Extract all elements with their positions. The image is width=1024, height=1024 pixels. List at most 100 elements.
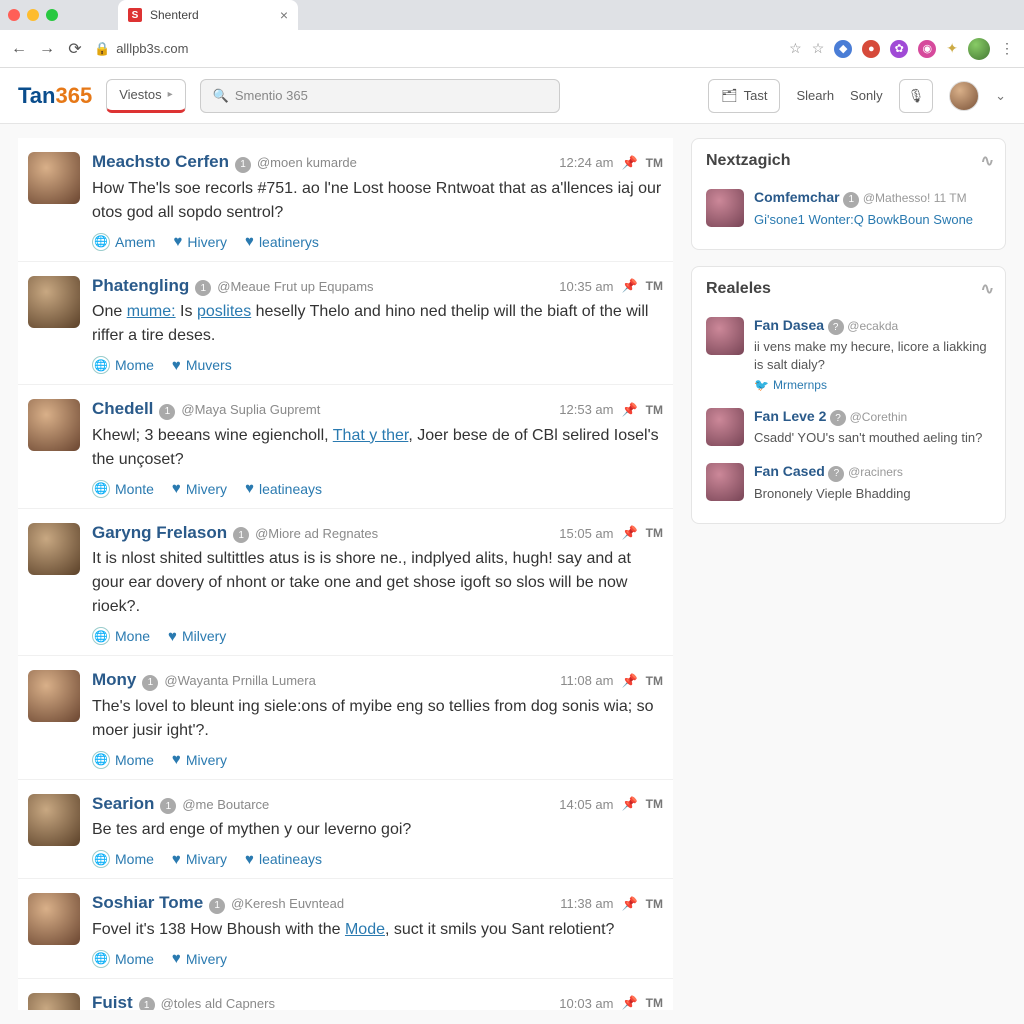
- search-input[interactable]: 🔍 Smentio 365: [200, 79, 560, 113]
- user-name[interactable]: Meachsto Cerfen: [92, 152, 229, 172]
- extension-icon[interactable]: ◉: [918, 40, 936, 58]
- heart-icon: ♥: [245, 480, 254, 497]
- extension-icon[interactable]: ●: [862, 40, 880, 58]
- forward-icon[interactable]: →: [38, 40, 56, 58]
- avatar[interactable]: [28, 399, 80, 451]
- avatar[interactable]: [28, 670, 80, 722]
- post-action[interactable]: ♥Mivary: [172, 851, 227, 868]
- lock-icon: 🔒: [94, 41, 110, 57]
- window-controls[interactable]: [8, 9, 58, 21]
- collapse-icon[interactable]: ∿: [981, 151, 991, 171]
- extension-icon[interactable]: ◆: [834, 40, 852, 58]
- post-action[interactable]: 🌐Amem: [92, 233, 155, 251]
- globe-icon: 🌐: [92, 480, 110, 498]
- post-action[interactable]: 🌐Mome: [92, 850, 154, 868]
- avatar[interactable]: [28, 152, 80, 204]
- user-name[interactable]: Garyng Frelason: [92, 523, 227, 543]
- post-action[interactable]: ♥Muvers: [172, 357, 232, 374]
- browser-tab[interactable]: S Shenterd ×: [118, 0, 298, 30]
- address-bar[interactable]: 🔒 alllpb3s.com: [94, 41, 779, 57]
- logo[interactable]: Tan365: [18, 83, 92, 109]
- post-action[interactable]: 🌐Mome: [92, 356, 154, 374]
- user-name[interactable]: Phatengling: [92, 276, 189, 296]
- pin-icon[interactable]: 📌: [621, 278, 637, 294]
- tm-label: TM: [646, 156, 663, 170]
- bell-icon: 🎙: [908, 88, 925, 104]
- sidebar-text: Csadd' YOU's san't mouthed aeling tin?: [754, 429, 991, 447]
- post-action[interactable]: 🌐Mome: [92, 950, 154, 968]
- avatar[interactable]: [28, 993, 80, 1011]
- verified-badge-icon: 1: [195, 280, 211, 296]
- inline-link[interactable]: mume:: [127, 303, 176, 320]
- post-action[interactable]: ♥Mivery: [172, 751, 227, 768]
- user-name: Fan Cased: [754, 463, 825, 479]
- sidebar-item[interactable]: Fan Dasea ? @ecakdaii vens make my hecur…: [706, 309, 991, 400]
- post-text: Fovel it's 138 How Bhoush with the Mode,…: [92, 918, 663, 942]
- nav-tab-viestos[interactable]: Viestos ▸: [106, 79, 185, 113]
- extension-icon[interactable]: ✦: [946, 40, 958, 57]
- user-handle: @Corethin: [850, 410, 908, 424]
- sidebar-item[interactable]: Fan Leve 2 ? @CorethinCsadd' YOU's san't…: [706, 400, 991, 456]
- post-actions: 🌐Amem ♥Hivery ♥leatinerys: [92, 233, 663, 251]
- post-action[interactable]: ♥Hivery: [173, 233, 227, 250]
- link-sonly[interactable]: Sonly: [850, 88, 883, 103]
- post-action[interactable]: 🌐Mome: [92, 751, 154, 769]
- inline-link[interactable]: Mode: [345, 921, 385, 938]
- user-name[interactable]: Searion: [92, 794, 154, 814]
- avatar[interactable]: [28, 794, 80, 846]
- inline-link[interactable]: That y ther: [333, 427, 409, 444]
- sidebar: Nextzagich ∿ Comfemchar 1 @Mathesso! 11 …: [691, 138, 1006, 1010]
- inline-link[interactable]: poslites: [197, 303, 251, 320]
- collapse-icon[interactable]: ∿: [981, 279, 991, 299]
- avatar[interactable]: [28, 523, 80, 575]
- sidebar-item[interactable]: Comfemchar 1 @Mathesso! 11 TM Gi'sone1 W…: [706, 181, 991, 237]
- link-search[interactable]: Slearh: [796, 88, 834, 103]
- close-window[interactable]: [8, 9, 20, 21]
- settings-icon[interactable]: ⌄: [995, 88, 1006, 104]
- user-name[interactable]: Soshiar Tome: [92, 893, 203, 913]
- sidebar-action[interactable]: 🐦Mrmernps: [754, 378, 991, 392]
- user-avatar[interactable]: [949, 81, 979, 111]
- pin-icon[interactable]: 📌: [621, 796, 637, 812]
- maximize-window[interactable]: [46, 9, 58, 21]
- profile-avatar[interactable]: [968, 38, 990, 60]
- post-action[interactable]: ♥leatinerys: [245, 233, 319, 250]
- close-tab-icon[interactable]: ×: [280, 7, 288, 23]
- post-action[interactable]: ♥Mivery: [172, 950, 227, 967]
- post-action[interactable]: 🌐Mone: [92, 627, 150, 645]
- menu-icon[interactable]: ⋮: [1000, 40, 1014, 57]
- avatar[interactable]: [28, 276, 80, 328]
- post-actions: 🌐Mome ♥Mivery: [92, 950, 663, 968]
- pin-icon[interactable]: 📌: [621, 673, 637, 689]
- star-icon[interactable]: ☆: [789, 40, 802, 57]
- pin-icon[interactable]: 📌: [621, 896, 637, 912]
- test-button[interactable]: 🗂 Tast: [708, 79, 780, 113]
- pin-icon[interactable]: 📌: [621, 155, 637, 171]
- pin-icon[interactable]: 📌: [621, 402, 637, 418]
- sidebar-link[interactable]: Gi'sone1 Wonter:Q BowkBoun Swone: [754, 212, 973, 227]
- post-action[interactable]: ♥Mivery: [172, 480, 227, 497]
- extension-icon[interactable]: ✿: [890, 40, 908, 58]
- globe-icon: 🌐: [92, 751, 110, 769]
- post-action[interactable]: ♥leatineays: [245, 851, 322, 868]
- pin-icon[interactable]: 📌: [621, 995, 637, 1010]
- user-name[interactable]: Fuist: [92, 993, 133, 1011]
- user-name[interactable]: Mony: [92, 670, 136, 690]
- app-header: Tan365 Viestos ▸ 🔍 Smentio 365 🗂 Tast Sl…: [0, 68, 1024, 124]
- browser-chrome: S Shenterd × ← → ⟳ 🔒 alllpb3s.com ☆ ☆ ◆ …: [0, 0, 1024, 68]
- post-action[interactable]: ♥leatineays: [245, 480, 322, 497]
- reload-icon[interactable]: ⟳: [66, 39, 84, 59]
- post-action[interactable]: ♥Milvery: [168, 628, 226, 645]
- avatar: [706, 463, 744, 501]
- notifications-button[interactable]: 🎙: [899, 79, 934, 113]
- back-icon[interactable]: ←: [10, 40, 28, 58]
- bookmark-icon[interactable]: ☆: [812, 40, 825, 57]
- post-action[interactable]: 🌐Monte: [92, 480, 154, 498]
- minimize-window[interactable]: [27, 9, 39, 21]
- user-name[interactable]: Chedell: [92, 399, 153, 419]
- sidebar-item[interactable]: Fan Cased ? @racinersBrononely Vieple Bh…: [706, 455, 991, 511]
- avatar[interactable]: [28, 893, 80, 945]
- sidebar-card-realeles: Realeles ∿ Fan Dasea ? @ecakdaii vens ma…: [691, 266, 1006, 524]
- pin-icon[interactable]: 📌: [621, 525, 637, 541]
- card-title: Realeles: [706, 280, 771, 298]
